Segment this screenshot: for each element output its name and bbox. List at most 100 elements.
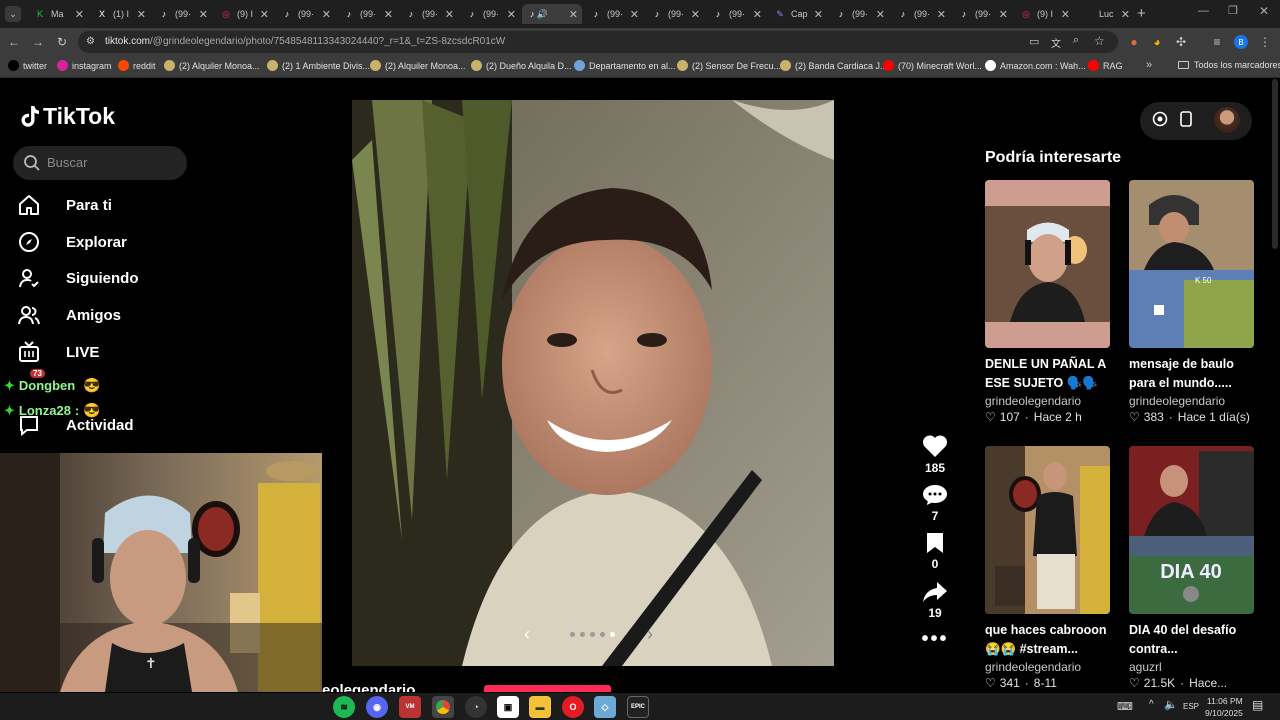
bookmark-item[interactable]: (2) Banda Cardiaca J... — [780, 60, 888, 71]
file-explorer-icon[interactable]: ▬ — [529, 696, 551, 718]
bookmark-star-icon[interactable]: ☆ — [1094, 34, 1105, 48]
bookmark-item[interactable]: instagram — [57, 60, 112, 71]
more-options-icon[interactable]: ••• — [915, 628, 955, 651]
bookmark-item[interactable]: (2) Alquiler Monoa... — [370, 60, 466, 71]
chrome-menu-icon[interactable]: ⋮ — [1257, 34, 1273, 50]
nav-item-siguiendo[interactable]: Siguiendo — [18, 266, 139, 290]
tab-close-icon[interactable]: ✕ — [1061, 8, 1070, 21]
browser-tab[interactable]: ♪ (99· ✕ — [337, 4, 397, 24]
browser-tab[interactable]: ◎ (9) I ✕ — [214, 4, 273, 24]
cast-icon[interactable]: ▭ — [1029, 35, 1039, 48]
tiktok-logo[interactable]: TikTok — [20, 103, 115, 130]
clock-time[interactable]: 11:06 PM — [1207, 696, 1243, 706]
recommendation-card[interactable]: DIA 40 DIA 40 del desafío contra... aguz… — [1129, 446, 1254, 690]
carousel-dot[interactable] — [600, 632, 605, 637]
chrome-icon[interactable] — [432, 696, 454, 718]
bookmark-item[interactable]: Departamento en al... — [574, 60, 676, 71]
bookmark-item[interactable]: (2) Alquiler Monoa... — [164, 60, 260, 71]
carousel-next-button[interactable]: › — [647, 624, 653, 645]
like-button[interactable]: 185 — [915, 434, 955, 475]
tab-close-icon[interactable]: ✕ — [507, 8, 516, 21]
tab-close-icon[interactable]: ✕ — [1121, 8, 1130, 21]
tab-close-icon[interactable]: ✕ — [630, 8, 639, 21]
browser-tab[interactable]: Luc ✕ — [1076, 4, 1134, 24]
nav-item-para-ti[interactable]: Para ti — [18, 193, 112, 217]
bookmark-item[interactable]: (2) Dueño Alquila D... — [471, 60, 572, 71]
translate-icon[interactable]: 文 — [1051, 35, 1061, 50]
share-button[interactable]: 19 — [915, 581, 955, 620]
reading-list-icon[interactable]: ≡ — [1209, 34, 1225, 50]
tray-overflow-icon[interactable]: ^ — [1149, 699, 1154, 710]
browser-tab[interactable]: X (1) I ✕ — [90, 4, 150, 24]
card-author[interactable]: aguzrl — [1129, 660, 1254, 674]
browser-tab[interactable]: ♪ (99· ✕ — [399, 4, 458, 24]
minecraft-launcher-icon[interactable]: ◇ — [594, 696, 616, 718]
comment-button[interactable]: 7 — [915, 484, 955, 523]
card-author[interactable]: grindeolegendario — [1129, 394, 1254, 408]
capcut-icon[interactable]: ▣ — [497, 696, 519, 718]
browser-tab[interactable]: ◎ (9) I ✕ — [1014, 4, 1074, 24]
obs-icon[interactable]: ◔ — [465, 696, 487, 718]
tab-close-icon[interactable]: ✕ — [199, 8, 208, 21]
browser-tab[interactable]: ♪ (99· ✕ — [952, 4, 1012, 24]
bookmark-item[interactable]: Amazon.com : Wah... — [985, 60, 1086, 71]
window-close-button[interactable]: ✕ — [1259, 4, 1269, 18]
browser-tab[interactable]: K Ma ✕ — [28, 4, 88, 24]
bookmark-item[interactable]: (70) Minecraft Worl... — [883, 60, 982, 71]
volume-icon[interactable]: 🔈 — [1164, 698, 1178, 711]
new-tab-button[interactable]: + — [1137, 5, 1146, 22]
epic-games-icon[interactable]: EPIC — [627, 696, 649, 718]
carousel-dot[interactable] — [570, 632, 575, 637]
recommendation-card[interactable]: que haces cabrooon 😭😭 #stream... grindeo… — [985, 446, 1110, 690]
input-language[interactable]: ESP — [1183, 702, 1199, 711]
recommendation-card[interactable]: K 50 mensaje de baulo para el mundo.....… — [1129, 180, 1254, 424]
tab-close-icon[interactable]: ✕ — [876, 8, 885, 21]
tab-close-icon[interactable]: ✕ — [569, 8, 578, 21]
author-username[interactable]: eolegendario — [322, 682, 415, 692]
reload-icon[interactable]: ↻ — [54, 34, 70, 50]
save-button[interactable]: 0 — [915, 532, 955, 571]
page-scrollbar[interactable] — [1272, 79, 1278, 249]
tab-close-icon[interactable]: ✕ — [999, 8, 1008, 21]
browser-tab[interactable]: ♪ (99· ✕ — [706, 4, 766, 24]
tab-search-button[interactable]: ⌄ — [5, 6, 21, 22]
zoom-icon[interactable]: ⌕ — [1073, 34, 1079, 47]
tab-close-icon[interactable]: ✕ — [445, 8, 454, 21]
nav-item-amigos[interactable]: Amigos — [18, 303, 121, 327]
keyboard-icon[interactable]: ⌨ — [1117, 700, 1133, 713]
browser-tab[interactable]: ✎ Cap ✕ — [768, 4, 827, 24]
user-avatar[interactable] — [1214, 107, 1240, 133]
extension-color-icon[interactable]: ◕ — [1149, 34, 1165, 50]
all-bookmarks-folder[interactable]: Todos los marcadores — [1178, 60, 1280, 70]
tab-close-icon[interactable]: ✕ — [75, 8, 84, 21]
voicemeeter-icon[interactable]: VM — [399, 696, 421, 718]
bookmark-item[interactable]: twitter — [8, 60, 47, 71]
browser-tab[interactable]: ♪ (99· ✕ — [584, 4, 643, 24]
tab-close-icon[interactable]: ✕ — [260, 8, 269, 21]
carousel-prev-button[interactable]: ‹ — [524, 624, 530, 645]
bookmark-item[interactable]: (2) Sensor De Frecu... — [677, 60, 781, 71]
window-minimize-button[interactable]: — — [1198, 5, 1209, 17]
carousel-dot[interactable] — [590, 632, 595, 637]
bookmark-item[interactable]: reddit — [118, 60, 156, 71]
discord-icon[interactable]: ◉ — [366, 696, 388, 718]
extension-fox-icon[interactable]: ● — [1126, 34, 1142, 50]
tab-close-icon[interactable]: ✕ — [322, 8, 331, 21]
photo-post-viewer[interactable]: ‹ › — [352, 100, 834, 666]
follow-button[interactable] — [484, 685, 611, 692]
card-author[interactable]: grindeolegendario — [985, 394, 1110, 408]
clock-date[interactable]: 9/10/2025 — [1205, 708, 1243, 718]
browser-tab[interactable]: ♪ (99· ✕ — [152, 4, 212, 24]
browser-tab[interactable]: ♪ (99· ✕ — [829, 4, 889, 24]
bookmark-item[interactable]: RAG — [1088, 60, 1123, 71]
nav-item-explorar[interactable]: Explorar — [18, 230, 127, 254]
tab-close-icon[interactable]: ✕ — [814, 8, 823, 21]
site-info-icon[interactable]: ⚙ — [86, 36, 95, 47]
browser-tab[interactable]: ♪ (99· ✕ — [645, 4, 704, 24]
tab-close-icon[interactable]: ✕ — [937, 8, 946, 21]
nav-item-live[interactable]: LIVE — [18, 340, 99, 364]
carousel-dot[interactable] — [610, 632, 615, 637]
carousel-dot[interactable] — [580, 632, 585, 637]
browser-tab[interactable]: ♪ (99· ✕ — [891, 4, 950, 24]
address-bar[interactable]: ⚙ tiktok.com/@grindeolegendario/photo/75… — [78, 31, 1118, 53]
